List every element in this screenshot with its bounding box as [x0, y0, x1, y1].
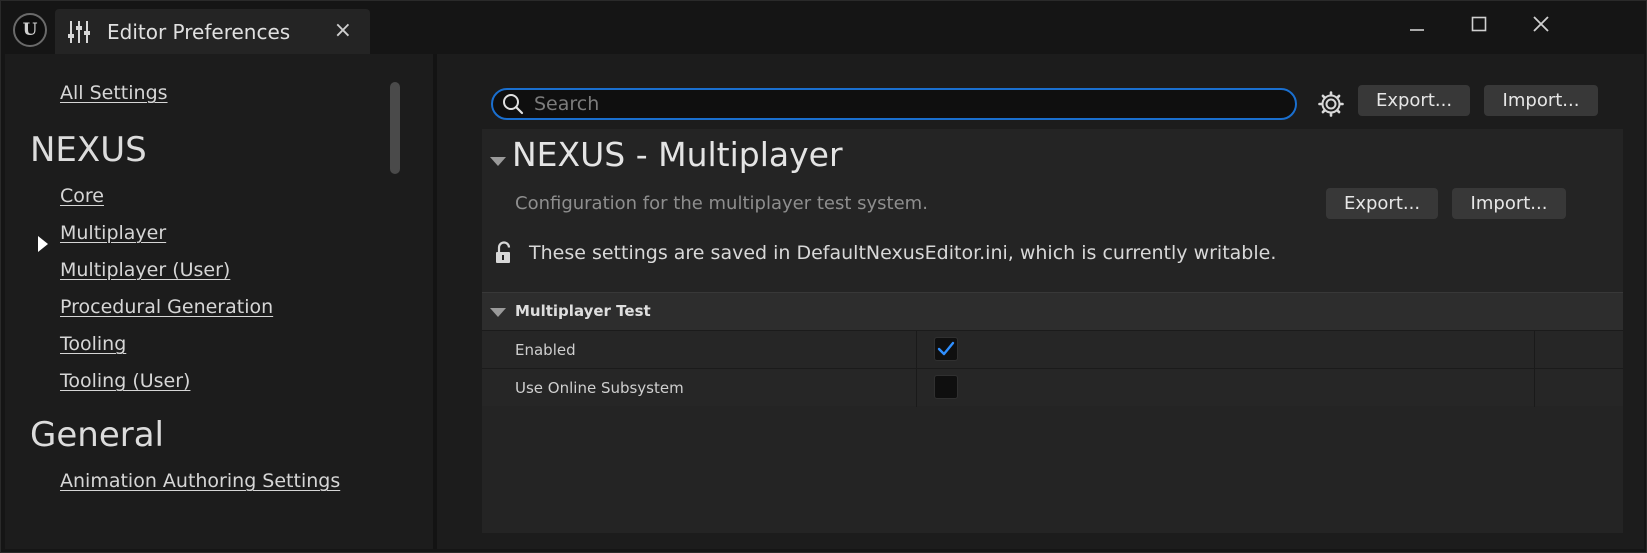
tab-title: Editor Preferences — [107, 19, 291, 44]
column-divider — [1534, 369, 1535, 407]
category-general: General — [30, 415, 164, 455]
column-divider[interactable] — [916, 369, 917, 407]
settings-details-panel: Export... Import... NEXUS - Multiplayer … — [437, 54, 1644, 549]
sidebar-item-all-settings[interactable]: All Settings — [60, 82, 168, 104]
sidebar-item-tooling[interactable]: Tooling — [60, 333, 126, 355]
search-box[interactable] — [491, 88, 1297, 120]
sidebar-scroll-area: All Settings NEXUS Core Multiplayer Mult… — [5, 54, 410, 524]
unreal-logo[interactable]: U — [13, 13, 47, 47]
details-view: NEXUS - Multiplayer Configuration for th… — [482, 129, 1623, 533]
category-nexus: NEXUS — [30, 130, 147, 170]
sidebar-item-tooling-user[interactable]: Tooling (User) — [60, 370, 190, 392]
sidebar-item-core[interactable]: Core — [60, 185, 104, 207]
section-description: Configuration for the multiplayer test s… — [515, 193, 928, 214]
settings-sidebar: All Settings NEXUS Core Multiplayer Mult… — [5, 54, 437, 549]
search-input[interactable] — [534, 93, 1295, 115]
config-file-note: These settings are saved in DefaultNexus… — [529, 242, 1277, 264]
sidebar-scrollbar[interactable] — [390, 82, 400, 174]
section-export-button[interactable]: Export... — [1326, 188, 1438, 219]
close-icon — [1533, 16, 1549, 32]
column-divider — [1534, 331, 1535, 369]
tab-editor-preferences[interactable]: Editor Preferences × — [55, 9, 370, 54]
editor-preferences-window: U Editor Preferences × All Settings NEXU… — [0, 0, 1647, 553]
selected-arrow-icon — [38, 236, 48, 252]
tab-close-button[interactable]: × — [334, 18, 352, 43]
sidebar-item-animation-authoring-settings[interactable]: Animation Authoring Settings — [60, 470, 340, 492]
property-row-enabled: Enabled — [482, 330, 1623, 369]
maximize-button[interactable] — [1459, 9, 1499, 39]
search-icon — [503, 94, 524, 115]
sidebar-item-multiplayer-user[interactable]: Multiplayer (User) — [60, 259, 230, 281]
property-label: Enabled — [515, 341, 576, 359]
property-label: Use Online Subsystem — [515, 379, 684, 397]
sidebar-item-procedural-generation[interactable]: Procedural Generation — [60, 296, 273, 318]
gear-icon[interactable] — [1318, 91, 1344, 117]
group-header-multiplayer-test[interactable]: Multiplayer Test — [482, 292, 1623, 330]
checkmark-icon — [937, 341, 955, 356]
enabled-checkbox[interactable] — [934, 337, 958, 361]
minimize-button[interactable] — [1397, 9, 1437, 39]
column-divider[interactable] — [916, 331, 917, 369]
sidebar-item-multiplayer[interactable]: Multiplayer — [60, 222, 166, 244]
group-collapse-arrow-icon[interactable] — [490, 308, 506, 317]
unlocked-icon — [496, 241, 511, 263]
property-row-use-online-subsystem: Use Online Subsystem — [482, 368, 1623, 407]
import-button[interactable]: Import... — [1484, 85, 1598, 116]
section-import-button[interactable]: Import... — [1452, 188, 1566, 219]
maximize-icon — [1471, 16, 1487, 32]
section-title: NEXUS - Multiplayer — [512, 135, 843, 174]
export-button[interactable]: Export... — [1358, 85, 1470, 116]
group-title: Multiplayer Test — [515, 302, 651, 320]
minimize-icon — [1410, 29, 1424, 31]
window-close-button[interactable] — [1521, 9, 1561, 39]
sliders-icon — [68, 20, 90, 43]
collapse-arrow-icon[interactable] — [490, 157, 506, 166]
use-online-subsystem-checkbox[interactable] — [934, 375, 958, 399]
